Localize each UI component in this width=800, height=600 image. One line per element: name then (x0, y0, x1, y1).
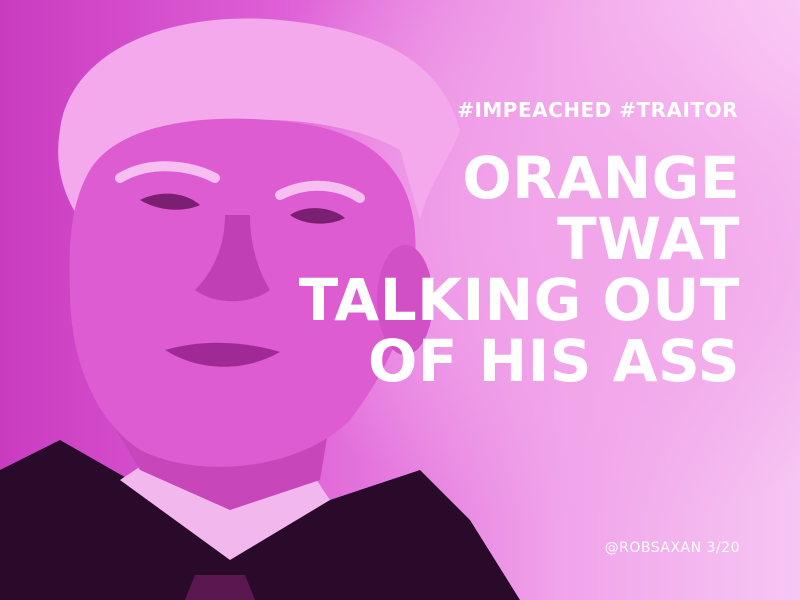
headline-line: TWAT (557, 205, 740, 273)
tie-shape (185, 575, 255, 600)
headline-line: ORANGE (462, 144, 740, 212)
credit-text: @ROBSAXAN 3/20 (604, 540, 740, 556)
headline-line: TALKING OUT (298, 266, 740, 334)
headline-line: OF HIS ASS (367, 327, 740, 395)
meme-image: #IMPEACHED #TRAITOR ORANGE TWAT TALKING … (0, 0, 800, 600)
headline: ORANGE TWAT TALKING OUT OF HIS ASS (270, 148, 740, 392)
hashtags-text: #IMPEACHED #TRAITOR (457, 98, 738, 122)
